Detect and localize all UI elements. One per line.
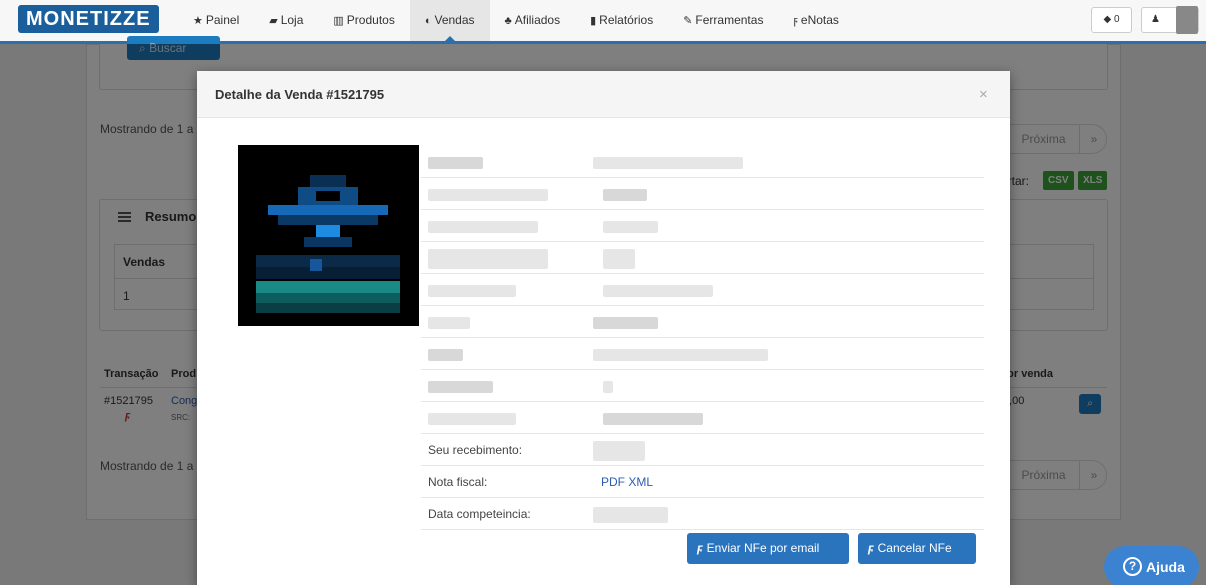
product-image [238,145,419,326]
nav-item-produtos[interactable]: ▥ Produtos [318,0,409,41]
cancel-nfe-label: Cancelar NFe [877,541,952,555]
invoice-pdf-xml-link[interactable]: PDF XML [601,475,653,489]
nav-label: eNotas [800,13,839,27]
detail-label: Seu recebimento: [428,443,523,457]
notifications-button[interactable]: ◆ 0 [1091,7,1132,33]
detail-label: Data competeincia: [428,507,531,521]
detail-row [421,275,984,306]
main-nav: ★ Painel ▰ Loja ▥ Produtos ◐ Vendas ♣ Afiliad… [178,0,854,43]
notifications-count: 0 [1113,14,1120,25]
modal-header: Detalhe da Venda #1521795 × [197,71,1010,118]
help-label: Ajuda [1146,559,1185,575]
nav-item-enotas[interactable]: ϝ eNotas [778,0,853,41]
detail-label: Nota fiscal: [428,475,488,489]
question-icon: ? [1123,557,1142,576]
help-button[interactable]: ? Ajuda [1104,546,1199,585]
detail-row [421,211,984,242]
nav-item-afiliados[interactable]: ♣ Afiliados [490,0,576,41]
star-icon: ★ [193,15,203,27]
detail-row [421,371,984,402]
wrench-icon: ✎ [683,15,693,27]
detail-row-data-competencia: Data competeincia: [421,499,984,530]
nav-item-vendas[interactable]: ◐ Vendas [409,0,490,43]
nav-label: Ferramentas [695,13,764,27]
nav-label: Loja [280,13,304,27]
books-icon: ▥ [333,15,344,27]
detail-row [421,243,984,274]
enotas-icon: ϝ [697,541,703,555]
sale-detail-modal: Detalhe da Venda #1521795 × Seu recebime… [197,71,1010,585]
nav-item-ferramentas[interactable]: ✎ Ferramentas [668,0,778,41]
cancel-nfe-button[interactable]: ϝ Cancelar NFe [858,533,976,564]
nav-label: Painel [205,13,240,27]
close-icon[interactable]: × [979,86,988,103]
detail-row-nota-fiscal: Nota fiscal: PDF XML [421,467,984,498]
send-nfe-email-button[interactable]: ϝ Enviar NFe por email [687,533,849,564]
detail-row [421,339,984,370]
monetizze-logo[interactable]: MONETIZZE [18,5,159,33]
detail-row [421,179,984,210]
nav-item-relatorios[interactable]: ▮ Relatórios [575,0,668,41]
nav-label: Vendas [434,13,475,27]
nav-item-painel[interactable]: ★ Painel [178,0,254,41]
users-icon: ♣ [504,15,512,27]
nav-label: Produtos [346,13,395,27]
nav-label: Relatórios [599,13,654,27]
avatar[interactable] [1176,6,1198,34]
detail-row-seu-recebimento: Seu recebimento: [421,435,984,466]
modal-title: Detalhe da Venda #1521795 [215,87,385,102]
detail-row [421,147,984,178]
tag-icon: ◆ [1103,14,1112,25]
enotas-icon: ϝ [868,541,874,555]
nav-item-loja[interactable]: ▰ Loja [254,0,318,41]
nav-label: Afiliados [514,13,561,27]
detail-row [421,307,984,338]
coin-icon: ◐ [424,15,432,27]
send-nfe-email-label: Enviar NFe por email [706,541,820,555]
detail-row [421,403,984,434]
bar-chart-icon: ▮ [590,15,597,27]
enotas-icon: ϝ [793,15,798,27]
shopping-bag-icon: ▰ [269,15,278,27]
user-icon: ♟ [1151,14,1160,25]
